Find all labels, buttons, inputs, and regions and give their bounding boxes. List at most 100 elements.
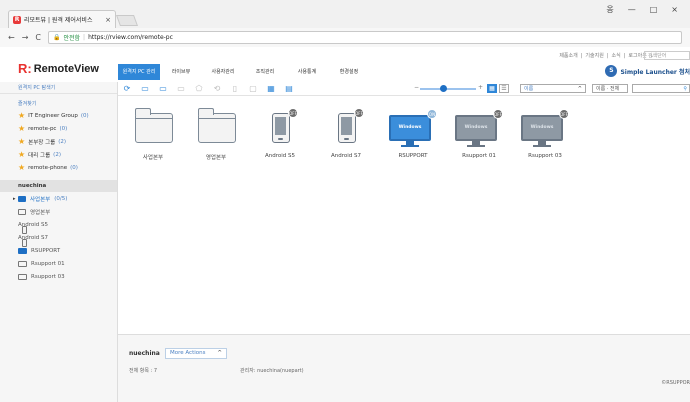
sidebar-item-sales[interactable]: 영업본부 <box>0 205 117 218</box>
window-controls: 옹 — □ × <box>606 0 690 18</box>
connect-icon[interactable]: ⬠ <box>194 84 204 94</box>
logo-text: RemoteView <box>33 62 99 75</box>
sort-select[interactable]: 이름 ^ <box>520 84 586 93</box>
favorite-item[interactable]: ★ 대리 그룹 (2) <box>0 148 117 161</box>
more-actions-button[interactable]: More Actions ^ <box>165 348 227 359</box>
favorite-item[interactable]: ★ IT Engineer Group (0) <box>0 109 117 122</box>
security-label: 안전함 <box>63 35 81 42</box>
top-search-input[interactable]: 검색단어 <box>644 51 690 60</box>
details-panel: nuechina More Actions ^ 전체 항목 : 7 관리자: nu… <box>118 334 690 402</box>
sidebar-user[interactable]: nuechina <box>0 180 117 192</box>
delete-icon[interactable]: ▯ <box>230 84 240 94</box>
toolbar: ⟳ ▭ ▭ ▭ ⬠ ⟲ ▯ ▢ ▦ ▤ − + ▦ ☰ 이름 ^ 이름 · 전체 … <box>118 82 690 96</box>
info-icon[interactable]: ▢ <box>248 84 258 94</box>
grid-item-android-s7[interactable]: OFF Android S7 <box>316 105 376 163</box>
zoom-out-icon[interactable]: − <box>414 84 419 91</box>
refresh-icon[interactable]: ⟳ <box>122 84 132 94</box>
grid-item-sales-folder[interactable]: 영업본부 <box>186 105 246 163</box>
new-folder-icon[interactable]: ▭ <box>140 84 150 94</box>
sidebar-item-android-s7[interactable]: Android S7 <box>0 231 117 247</box>
sort-value: 이름 <box>524 86 534 92</box>
minimize-button[interactable]: — <box>628 5 636 14</box>
sidebar-item-rsupport[interactable]: RSUPPORT <box>0 244 117 257</box>
grid-item-label: Rsupport 01 <box>462 153 496 159</box>
sidebar-item-count: (0/5) <box>54 195 68 202</box>
zoom-slider-handle[interactable] <box>440 85 447 92</box>
grid-item-android-s5[interactable]: OFF Android S5 <box>250 105 310 163</box>
grid-item-rsupport[interactable]: Windows ON RSUPPORT <box>383 105 443 163</box>
new-tab-button[interactable] <box>115 15 139 26</box>
grid-item-rsupport-01[interactable]: Windows OFF Rsupport 01 <box>449 105 509 163</box>
search-input[interactable]: ⚲ <box>632 84 690 93</box>
list-view-icon[interactable]: ☰ <box>499 84 509 93</box>
star-icon: ★ <box>18 110 26 120</box>
grid-item-label: 사업본부 <box>142 155 164 161</box>
zoom-slider[interactable] <box>420 88 476 90</box>
grid-item-business-folder[interactable]: 사업본부 <box>123 105 183 163</box>
sidebar-item-android-s5[interactable]: Android S5 <box>0 218 117 234</box>
status-badge: ON <box>427 109 437 119</box>
sidebar-search-label[interactable]: 원격지 PC 탐색기 <box>0 82 117 94</box>
close-window-button[interactable]: × <box>671 5 678 14</box>
sidebar-item-rsupport-03[interactable]: Rsupport 03 <box>0 270 117 283</box>
schedule-icon[interactable]: ▤ <box>284 84 294 94</box>
expand-arrow-icon[interactable]: ▸ <box>13 196 16 202</box>
tab-org[interactable]: 조직관리 <box>244 64 286 80</box>
sidebar-item-business[interactable]: ▸ 사업본부 (0/5) <box>0 192 117 205</box>
link-support[interactable]: 기술지원 <box>585 52 603 59</box>
browser-chrome: R 리모트뷰 | 원격 제어서비스 × 옹 — □ × ← → C 🔒 안전함 … <box>0 0 690 47</box>
more-actions-label: More Actions <box>170 350 206 356</box>
chevron-up-icon: ^ <box>577 86 582 92</box>
monitor-base <box>533 145 551 147</box>
filter-select[interactable]: 이름 · 전체 <box>592 84 628 93</box>
url-separator: | <box>83 34 86 41</box>
top-links: 제품소개 | 기술지원 | 소식 | 로그아웃 ⌄ <box>559 52 654 60</box>
tab-settings[interactable]: 환경설정 <box>328 64 370 80</box>
favorites-title: 즐겨찾기 <box>18 101 37 107</box>
favorite-item[interactable]: ★ remote-phone (0) <box>0 161 117 174</box>
sidebar: 원격지 PC 탐색기 즐겨찾기 ★ IT Engineer Group (0) ★ r… <box>0 82 118 402</box>
maximize-button[interactable]: □ <box>650 5 658 14</box>
folder-icon <box>198 108 236 143</box>
zoom-in-icon[interactable]: + <box>478 84 483 91</box>
grid-view-icon[interactable]: ▦ <box>487 84 497 93</box>
tab-liveview[interactable]: 라이브뷰 <box>160 64 202 80</box>
tab-stats[interactable]: 사용통계 <box>286 64 328 80</box>
favorite-label: 본부장 그룹 <box>28 139 56 146</box>
sidebar-item-label: 사업본부 <box>30 196 51 203</box>
search-icon[interactable]: ⚲ <box>683 85 687 93</box>
browser-tab[interactable]: R 리모트뷰 | 원격 제어서비스 × <box>8 10 116 28</box>
link-news[interactable]: 소식 <box>612 52 621 59</box>
phone-icon <box>272 113 290 143</box>
sidebar-item-label: 영업본부 <box>30 209 51 216</box>
tab-users[interactable]: 사용자관리 <box>202 64 244 80</box>
link-product[interactable]: 제품소개 <box>559 52 577 59</box>
favorite-label: 대리 그룹 <box>28 152 51 159</box>
wake-icon[interactable]: ▦ <box>266 84 276 94</box>
sidebar-item-rsupport-01[interactable]: Rsupport 01 <box>0 257 117 270</box>
favorite-label: remote-phone <box>28 164 68 171</box>
grid-item-rsupport-03[interactable]: Windows OFF Rsupport 03 <box>515 105 575 163</box>
separator: | <box>580 52 583 59</box>
favorite-item[interactable]: ★ remote-pc (0) <box>0 122 117 135</box>
profile-button[interactable]: 옹 <box>606 4 613 15</box>
tab-remote-pc[interactable]: 원격지 PC 관리 <box>118 64 160 80</box>
favorite-count: (2) <box>53 151 61 158</box>
url-input[interactable]: 🔒 안전함 | https://rview.com/remote-pc <box>48 31 682 44</box>
tab-close-icon[interactable]: × <box>105 16 111 24</box>
back-icon[interactable]: ← <box>8 33 15 42</box>
reload-icon[interactable]: C <box>35 33 41 42</box>
monitor-icon <box>18 273 27 280</box>
grid-item-label: Android S5 <box>264 153 295 159</box>
move-icon[interactable]: ▭ <box>176 84 186 94</box>
add-pc-icon[interactable]: ▭ <box>158 84 168 94</box>
monitor-base <box>401 145 419 147</box>
edit-icon[interactable]: ⟲ <box>212 84 222 94</box>
simple-launcher-link[interactable]: S Simple Launcher 첨처 <box>605 65 690 77</box>
details-name: nuechina <box>129 350 160 357</box>
forward-icon[interactable]: → <box>22 33 29 42</box>
logo[interactable]: R: RemoteView <box>18 61 99 76</box>
favorite-item[interactable]: ★ 본부장 그룹 (2) <box>0 135 117 148</box>
folder-filled-icon <box>18 195 26 202</box>
status-badge: OFF <box>354 108 364 118</box>
